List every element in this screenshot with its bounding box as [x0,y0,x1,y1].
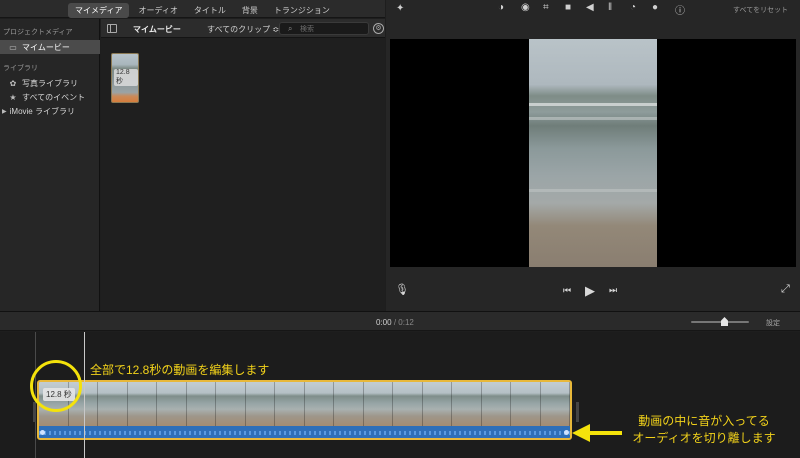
sidebar-item-my-movie[interactable]: ▭ マイムービー [0,40,100,54]
playhead[interactable] [84,332,85,458]
search-icon: ⌕ [288,24,293,33]
waveform-line [39,431,570,435]
filmstrip-frame [452,382,482,426]
filmstrip-frame [186,382,216,426]
tab-my-media[interactable]: マイメディア [68,3,130,18]
sidebar-item-label: 写真ライブラリ [22,78,78,88]
info-icon[interactable]: ⓘ [675,2,685,17]
annotation-note-duration: 全部で12.8秒の動画を編集します [90,363,270,377]
clip-filter-icon[interactable]: ● [652,2,658,13]
stabilization-icon[interactable]: ■ [565,2,571,13]
skip-forward-icon[interactable]: ⏭ [609,285,617,296]
filmstrip-frame [157,382,187,426]
media-browser: マイムービー すべてのクリップ ≎ ⌕ ⚙ 12.8 秒 [101,19,385,311]
browser-settings-gear-icon[interactable]: ⚙ [373,23,384,34]
speed-icon[interactable]: ◔ [630,2,636,13]
star-icon: ★ [9,92,17,102]
microphone-icon[interactable]: 🎙 [395,283,409,296]
tab-transitions[interactable]: トランジション [267,3,337,18]
video-preview [390,39,796,267]
filmstrip-frame [275,382,305,426]
play-icon[interactable]: ▶ [585,283,595,299]
filmstrip-frame [511,382,541,426]
filmstrip-frame [127,382,157,426]
clip-thumbnail[interactable]: 12.8 秒 [111,53,139,103]
color-balance-icon[interactable]: ◑ [498,2,504,13]
tab-audio[interactable]: オーディオ [131,3,184,18]
timecode: 0:00 / 0:12 [376,318,414,327]
audio-waveform[interactable] [39,426,570,438]
reset-all-button[interactable]: すべてをリセット [733,5,788,15]
highlight-circle [30,360,82,412]
skip-back-icon[interactable]: ⏮ [563,285,571,296]
sidebar-item-label: マイムービー [22,42,70,52]
tab-backgrounds[interactable]: 背景 [235,3,265,18]
filmstrip [39,382,570,426]
filmstrip-frame [98,382,128,426]
fullscreen-icon[interactable]: ⤢ [781,283,790,296]
crop-icon[interactable]: ⌗ [543,2,549,13]
filmstrip-frame [334,382,364,426]
sidebar-item-all-events[interactable]: ★ すべてのイベント [0,90,100,104]
annotation-line-2: オーディオを切り離します [632,431,776,445]
zoom-slider-knob[interactable] [721,317,728,326]
video-frame [529,39,657,267]
playback-controls: 🎙 ⏮ ▶ ⏭ ⤢ [386,283,800,303]
library-sidebar: プロジェクトメディア ▭ マイムービー ライブラリ ✿ 写真ライブラリ ★ すべ… [0,19,100,311]
filmstrip-frame [422,382,452,426]
clips-filter-dropdown[interactable]: すべてのクリップ ≎ [207,24,279,35]
sidebar-item-label: iMovie ライブラリ [9,106,75,116]
filmstrip-frame [216,382,246,426]
timeline-settings-button[interactable]: 設定 [766,318,780,328]
volume-icon[interactable]: ◀ [586,2,594,13]
annotation-note-audio: 動画の中に音が入ってる オーディオを切り離します [614,413,794,447]
annotation-line-1: 動画の中に音が入ってる [638,414,770,428]
filmstrip-frame [245,382,275,426]
wave-highlight [529,189,657,192]
clip-duration-label: 12.8 秒 [114,69,138,86]
wave-highlight [529,103,657,106]
browser-header: マイムービー すべてのクリップ ≎ ⌕ ⚙ [101,19,385,38]
search-input[interactable] [300,24,366,34]
sidebar-toggle-icon[interactable] [107,24,117,33]
trim-handle-left[interactable] [33,402,36,422]
sidebar-item-photos-library[interactable]: ✿ 写真ライブラリ [0,76,100,90]
media-tab-bar: マイメディア オーディオ タイトル 背景 トランジション [0,0,385,18]
zoom-slider[interactable] [691,317,749,326]
viewer-panel: ✦ ◑ ◉ ⌗ ■ ◀ ‖ ◔ ● ⓘ すべてをリセット 🎙 ⏮ ▶ ⏭ ⤢ [386,0,800,311]
search-field[interactable]: ⌕ [279,22,369,35]
color-palette-icon[interactable]: ◉ [521,2,530,13]
sidebar-item-label: すべてのイベント [22,92,86,102]
filmstrip-frame [304,382,334,426]
noise-equalizer-icon[interactable]: ‖ [608,2,612,13]
section-libraries: ライブラリ [3,65,38,72]
photos-icon: ✿ [9,78,17,88]
adjustment-toolbar: ✦ ◑ ◉ ⌗ ■ ◀ ‖ ◔ ● ⓘ すべてをリセット [386,0,800,19]
filmstrip-frame [393,382,423,426]
filmstrip-frame [363,382,393,426]
trim-handle-right[interactable] [576,402,579,422]
sidebar-item-imovie-library[interactable]: ▶ iMovie ライブラリ [0,104,100,118]
section-project-media: プロジェクトメディア [3,29,73,36]
magic-wand-icon[interactable]: ✦ [396,3,404,14]
disclosure-triangle-icon[interactable]: ▶ [2,108,7,115]
time-separator: / [393,318,397,327]
volume-keyframe-right[interactable] [564,430,569,435]
timeline-header: 0:00 / 0:12 設定 [0,311,800,331]
wave-highlight [529,117,657,120]
volume-keyframe-left[interactable] [40,430,45,435]
filmstrip-frame [481,382,511,426]
annotation-arrow-head [572,424,590,442]
filmstrip-frame [540,382,570,426]
film-icon: ▭ [9,42,17,52]
video-clip[interactable]: 12.8 秒 [37,380,572,440]
total-time: 0:12 [398,318,414,327]
current-time: 0:00 [376,318,392,327]
tab-group: マイメディア オーディオ タイトル 背景 トランジション [68,3,337,18]
browser-title: マイムービー [133,25,181,34]
tab-titles[interactable]: タイトル [187,3,233,18]
